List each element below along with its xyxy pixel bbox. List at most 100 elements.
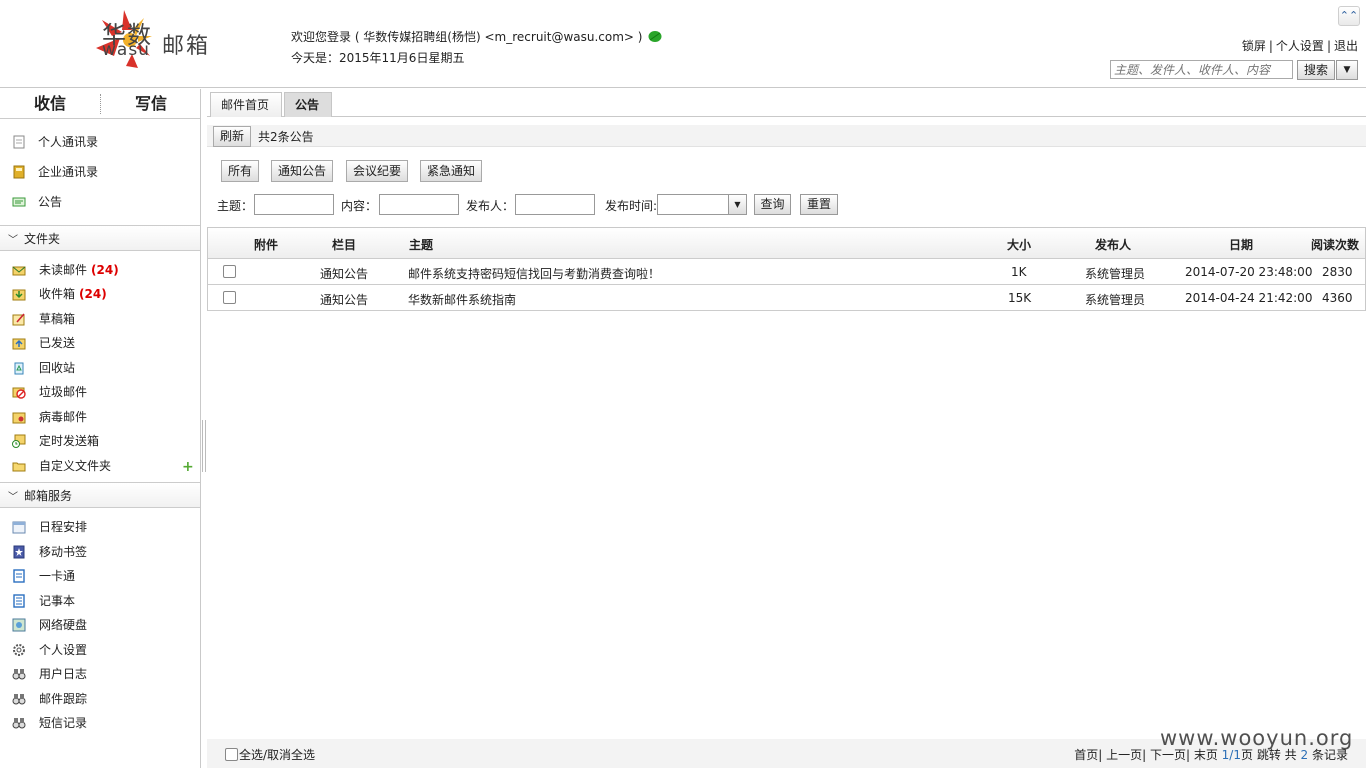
receive-mail-button[interactable]: 收信 [0,89,100,119]
sidebar-item-mail-tracking[interactable]: 邮件跟踪 [12,688,87,710]
logo-text-en: wasu [102,40,150,60]
sidebar-item-sent[interactable]: 已发送 [12,332,75,354]
sidebar-item-settings[interactable]: 个人设置 [12,639,87,661]
row-subject-link[interactable]: 邮件系统支持密码短信找回与考勤消费查询啦！ [408,265,660,282]
select-all-toggle[interactable]: 全选/取消全选 [225,746,315,763]
row-checkbox[interactable] [223,265,236,278]
col-size[interactable]: 大小 [1007,236,1031,253]
folders-section-header[interactable]: ﹀ 文件夹 [0,225,200,251]
sidebar-item-spam[interactable]: 垃圾邮件 [12,381,87,403]
welcome-text: 欢迎您登录 ( 华数传媒招聘组(杨恺) <m_recruit@wasu.com>… [291,28,662,45]
subject-input[interactable] [254,194,334,215]
tab-notices[interactable]: 公告 [284,92,332,117]
header: 华数 wasu 邮箱 欢迎您登录 ( 华数传媒招聘组(杨恺) <m_recrui… [0,0,1366,88]
sidebar-item-sms-log[interactable]: 短信记录 [12,712,87,734]
publisher-input[interactable] [515,194,595,215]
sidebar-item-label: 短信记录 [39,716,88,730]
sidebar-item-label: 网络硬盘 [39,618,88,632]
sidebar-item-label: 公告 [38,195,63,209]
collapse-header-button[interactable]: ⌃⌃ [1338,6,1360,26]
col-attachment[interactable]: 附件 [254,236,278,253]
row-checkbox[interactable] [223,291,236,304]
last-page-link[interactable]: 末页 [1194,748,1218,762]
filter-minutes-button[interactable]: 会议纪要 [346,160,408,182]
sidebar-item-label: 未读邮件 [39,263,88,277]
add-folder-icon[interactable]: + [182,459,194,475]
content-input[interactable] [379,194,459,215]
sidebar-item-drafts[interactable]: 草稿箱 [12,308,75,330]
notice-icon [12,197,26,207]
table-row[interactable]: 通知公告 邮件系统支持密码短信找回与考勤消费查询啦！ 1K 系统管理员 2014… [208,259,1365,285]
main-panel: 邮件首页 公告 刷新 共2条公告 所有 通知公告 会议纪要 紧急通知 主题： 内… [207,89,1366,768]
table-row[interactable]: 通知公告 华数新邮件系统指南 15K 系统管理员 2014-04-24 21:4… [208,285,1365,311]
prev-page-link[interactable]: 上一页 [1106,748,1142,762]
logout-link[interactable]: 退出 [1334,39,1358,53]
query-button[interactable]: 查询 [754,194,791,215]
select-all-checkbox[interactable] [225,748,238,761]
subject-label: 主题： [217,199,254,213]
sidebar-item-label: 定时发送箱 [39,434,100,448]
sidebar-item-custom-folder[interactable]: 自定义文件夹 [12,455,111,477]
sidebar-item-label: 已发送 [39,336,76,350]
col-reads[interactable]: 阅读次数 [1311,236,1359,253]
sidebar-item-card[interactable]: 一卡通 [12,565,75,587]
search-input[interactable] [1110,60,1293,79]
sidebar-item-netdisk[interactable]: 网络硬盘 [12,614,87,636]
jump-link[interactable]: 跳转 [1257,748,1281,762]
write-mail-button[interactable]: 写信 [101,89,201,119]
col-subject[interactable]: 主题 [409,236,433,253]
col-category[interactable]: 栏目 [332,236,356,253]
sidebar-item-company-contacts[interactable]: 企业通讯录 [12,161,98,183]
sidebar-item-label: 回收站 [39,361,76,375]
table-header: 附件 栏目 主题 大小 发布人 日期 阅读次数 [208,228,1365,259]
mail-actions: 收信 写信 [0,89,200,119]
chevron-down-icon: ﹀ [8,492,18,503]
sidebar-item-user-log[interactable]: 用户日志 [12,663,87,685]
netdisk-icon [12,618,26,632]
sidebar-item-label: 记事本 [39,594,76,608]
row-reads: 4360 [1322,291,1353,305]
search-button[interactable]: 搜索 [1297,60,1335,80]
notice-total-count: 共2条公告 [258,130,314,144]
inbox-count-badge: (24) [79,287,107,301]
row-publisher: 系统管理员 [1085,267,1146,281]
sidebar-item-scheduled[interactable]: 定时发送箱 [12,430,99,452]
sidebar-item-bookmarks[interactable]: 移动书签 [12,541,87,563]
refresh-button[interactable]: 刷新 [213,126,251,147]
lock-screen-link[interactable]: 锁屏 [1242,39,1266,53]
filter-urgent-button[interactable]: 紧急通知 [420,160,482,182]
publish-time-select[interactable]: ▼ [657,194,747,215]
sidebar-item-notices[interactable]: 公告 [12,191,62,213]
filter-all-button[interactable]: 所有 [221,160,259,182]
first-page-link[interactable]: 首页 [1074,748,1098,762]
sidebar-item-virus[interactable]: 病毒邮件 [12,406,87,428]
tab-mail-home[interactable]: 邮件首页 [210,92,282,117]
personal-settings-link[interactable]: 个人设置 [1276,39,1324,53]
welcome-message: 欢迎您登录 ( 华数传媒招聘组(杨恺) <m_recruit@wasu.com>… [291,30,643,44]
recycle-icon [14,362,24,375]
search-dropdown-button[interactable]: ▼ [1336,60,1358,80]
col-publisher[interactable]: 发布人 [1095,236,1131,253]
sidebar-item-notebook[interactable]: 记事本 [12,590,75,612]
sidebar-item-inbox[interactable]: 收件箱 (24) [12,283,107,305]
services-section-header[interactable]: ﹀ 邮箱服务 [0,482,200,508]
sidebar-splitter-handle[interactable] [202,420,206,472]
col-date[interactable]: 日期 [1229,236,1253,253]
next-page-link[interactable]: 下一页 [1150,748,1186,762]
sidebar-item-recycle[interactable]: 回收站 [12,357,75,379]
row-size: 1K [1011,265,1027,279]
notice-table: 附件 栏目 主题 大小 发布人 日期 阅读次数 通知公告 邮件系统支持密码短信找… [207,227,1366,311]
sidebar-item-unread[interactable]: 未读邮件 (24) [12,259,119,281]
filter-notice-button[interactable]: 通知公告 [271,160,333,182]
sidebar-item-personal-contacts[interactable]: 个人通讯录 [12,131,98,153]
notepad-icon [13,135,25,149]
row-category: 通知公告 [320,293,369,307]
sidebar-item-label: 移动书签 [39,545,88,559]
notice-toolbar: 刷新 共2条公告 [207,125,1366,147]
row-subject-link[interactable]: 华数新邮件系统指南 [408,291,516,308]
sidebar-item-calendar[interactable]: 日程安排 [12,516,87,538]
row-date: 2014-04-24 21:42:00 [1185,291,1313,305]
sidebar-item-label: 自定义文件夹 [39,459,112,473]
notebook-icon [13,594,25,608]
reset-button[interactable]: 重置 [800,194,838,215]
